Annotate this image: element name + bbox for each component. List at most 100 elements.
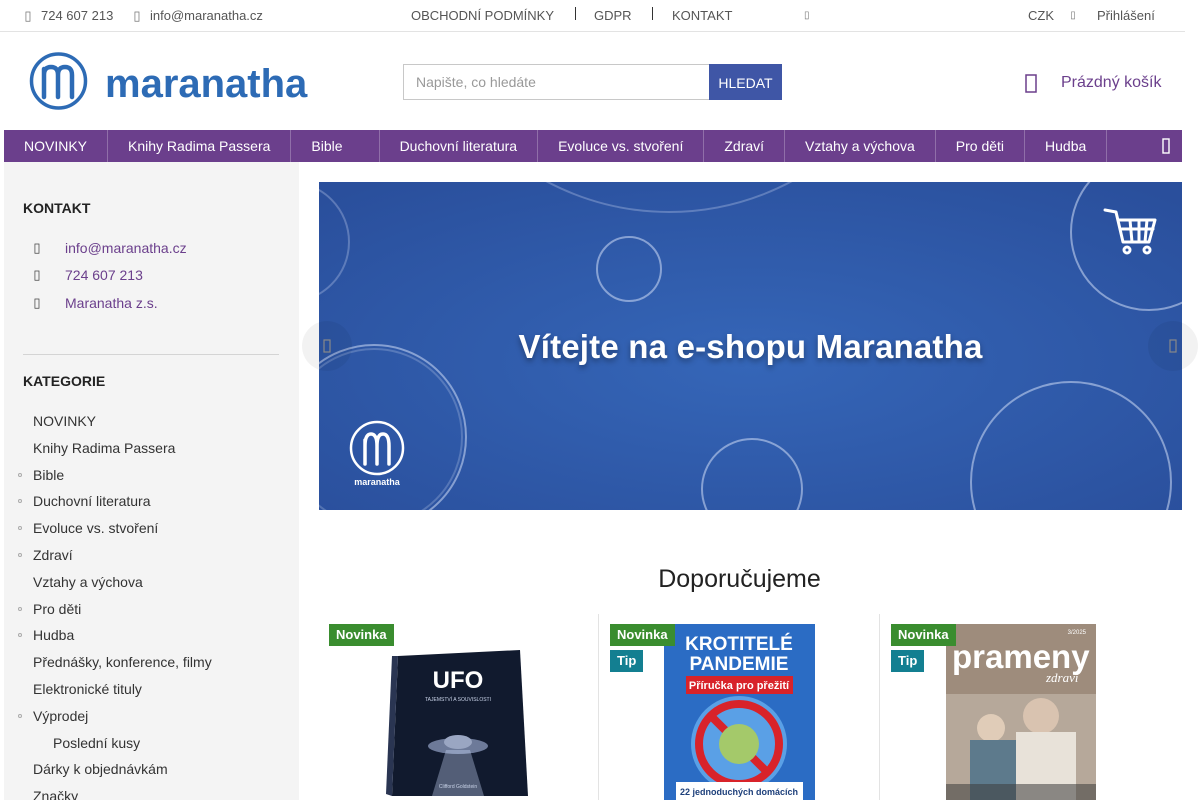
category-item[interactable]: Výprodej (18, 707, 89, 724)
product-image-ufo[interactable]: UFO TAJEMSTVÍ A SOUVISLOSTI Clifford Gol… (380, 646, 540, 800)
category-item[interactable]: Duchovní literatura (18, 493, 151, 510)
category-label: Přednášky, konference, filmy (33, 654, 212, 671)
category-item[interactable]: Přednášky, konference, filmy (33, 654, 212, 670)
category-label: Vztahy a výchova (33, 573, 143, 590)
category-item[interactable]: Poslední kusy (53, 735, 140, 751)
cart-icon (1025, 72, 1039, 94)
category-label: Zdraví (33, 547, 73, 563)
badge-tip: Tip (610, 650, 644, 672)
category-item[interactable]: Zdraví (18, 547, 73, 563)
slider-prev-button[interactable] (302, 321, 352, 371)
sidebar: KONTAKT ▯ info@maranatha.cz ▯ 724 607 21… (4, 162, 299, 800)
svg-text:maranatha: maranatha (354, 477, 401, 487)
bullet-icon (18, 499, 22, 504)
chevron-left-icon (323, 339, 331, 353)
category-item[interactable]: Vztahy a výchova (33, 574, 143, 590)
nav-item-novinky[interactable]: NOVINKY (4, 130, 109, 162)
sidebar-phone-text: 724 607 213 (65, 267, 143, 283)
nav-item-hudba[interactable]: Hudba (1025, 130, 1108, 162)
chevron-down-icon: ▯ (1070, 10, 1076, 21)
currency-label: CZK (1028, 8, 1054, 23)
category-label: Evoluce vs. stvoření (33, 520, 159, 537)
card-divider (879, 614, 880, 800)
svg-text:zdraví: zdraví (1045, 670, 1080, 685)
category-label: NOVINKY (33, 413, 97, 429)
category-item[interactable]: Bible (18, 466, 65, 483)
bullet-icon (18, 633, 22, 638)
cart-link[interactable]: Prázdný košík (1025, 70, 1161, 96)
nav-item-vztahy[interactable]: Vztahy a výchova (785, 130, 936, 162)
phone-icon: ▯ (33, 267, 41, 282)
sidebar-phone[interactable]: ▯ 724 607 213 (23, 265, 143, 285)
product-image-krotitele-pandemie[interactable]: KROTITELÉ PANDEMIE Příručka pro přežití … (664, 624, 815, 800)
phone-icon: ▯ (24, 7, 32, 23)
chevron-right-icon (1169, 339, 1177, 353)
category-item[interactable]: Evoluce vs. stvoření (18, 520, 159, 537)
search-bar: HLEDAT (403, 64, 782, 100)
category-label: Pro děti (33, 600, 82, 617)
category-item[interactable]: Značky (33, 788, 78, 800)
bullet-icon (18, 713, 22, 718)
slider-next-button[interactable] (1148, 321, 1198, 371)
product-image-prameny-zdravi[interactable]: 3/2025 prameny zdraví (946, 624, 1096, 800)
topbar-more-icon[interactable]: ▯ (804, 0, 810, 31)
bullet-icon (18, 526, 22, 531)
category-label: Bible (33, 466, 65, 483)
category-label: Knihy Radima Passera (33, 439, 176, 456)
recommended-title: Doporučujeme (658, 565, 821, 593)
nav-item-evoluce[interactable]: Evoluce vs. stvoření (538, 130, 705, 162)
svg-text:22 jednoduchých domácích: 22 jednoduchých domácích (680, 787, 798, 797)
sidebar-email[interactable]: ▯ info@maranatha.cz (23, 238, 187, 258)
currency-select[interactable]: CZK ▯ (1028, 0, 1086, 31)
category-item[interactable]: Pro děti (18, 600, 82, 617)
sidebar-email-text: info@maranatha.cz (65, 240, 187, 256)
topbar-phone[interactable]: ▯ 724 607 213 (23, 0, 113, 31)
badge-new: Novinka (610, 624, 675, 646)
category-item[interactable]: NOVINKY (33, 413, 96, 429)
search-button[interactable]: HLEDAT (709, 64, 782, 100)
more-icon (1162, 138, 1170, 154)
link-gdpr[interactable]: GDPR (594, 0, 632, 31)
nav-item-knihy-radima-passera[interactable]: Knihy Radima Passera (108, 130, 292, 162)
svg-text:maranatha: maranatha (105, 62, 308, 106)
category-label: Poslední kusy (53, 734, 141, 751)
svg-text:PANDEMIE: PANDEMIE (690, 654, 789, 675)
nav-more-button[interactable] (1150, 130, 1182, 162)
category-item[interactable]: Dárky k objednávkám (33, 761, 168, 777)
bullet-icon (18, 472, 22, 477)
badge-new: Novinka (329, 624, 394, 646)
svg-text:KROTITELÉ: KROTITELÉ (685, 633, 793, 655)
mail-icon: ▯ (133, 7, 141, 23)
category-item[interactable]: Hudba (18, 627, 75, 644)
map-marker-icon: ▯ (33, 295, 41, 310)
svg-text:Clifford Goldstein: Clifford Goldstein (439, 784, 477, 790)
contact-title: KONTAKT (23, 200, 91, 216)
category-item[interactable]: Elektronické tituly (33, 681, 142, 697)
mail-icon: ▯ (33, 240, 41, 255)
svg-text:3/2025: 3/2025 (1068, 630, 1087, 636)
bullet-icon (18, 553, 22, 557)
badge-tip: Tip (891, 650, 925, 672)
link-contact[interactable]: KONTAKT (672, 0, 732, 31)
top-bar: ▯ 724 607 213 ▯ info@maranatha.cz OBCHOD… (0, 0, 1185, 32)
category-label: Duchovní literatura (33, 493, 151, 510)
hero-banner[interactable]: maranatha Vítejte na e-shopu Maranatha (319, 182, 1182, 510)
category-item[interactable]: Knihy Radima Passera (33, 440, 175, 456)
login-link[interactable]: Přihlášení (1097, 0, 1155, 31)
nav-item-pro-deti[interactable]: Pro děti (936, 130, 1026, 162)
sidebar-org[interactable]: ▯ Maranatha z.s. (23, 293, 157, 313)
link-terms[interactable]: OBCHODNÍ PODMÍNKY (411, 0, 554, 31)
nav-item-bible[interactable]: Bible (291, 130, 380, 162)
category-label: Hudba (33, 627, 75, 644)
category-label: Výprodej (33, 707, 89, 724)
svg-text:TAJEMSTVÍ A SOUVISLOSTI: TAJEMSTVÍ A SOUVISLOSTI (425, 696, 491, 703)
category-label: Dárky k objednávkám (33, 761, 168, 778)
bullet-icon (18, 606, 22, 611)
site-logo[interactable]: maranatha (29, 51, 319, 111)
nav-item-zdravi[interactable]: Zdraví (704, 130, 786, 162)
categories-title: KATEGORIE (23, 373, 106, 389)
topbar-email-text: info@maranatha.cz (150, 8, 263, 23)
search-input[interactable] (403, 64, 709, 100)
nav-item-duchovni-literatura[interactable]: Duchovní literatura (380, 130, 539, 162)
topbar-email[interactable]: ▯ info@maranatha.cz (132, 0, 263, 31)
